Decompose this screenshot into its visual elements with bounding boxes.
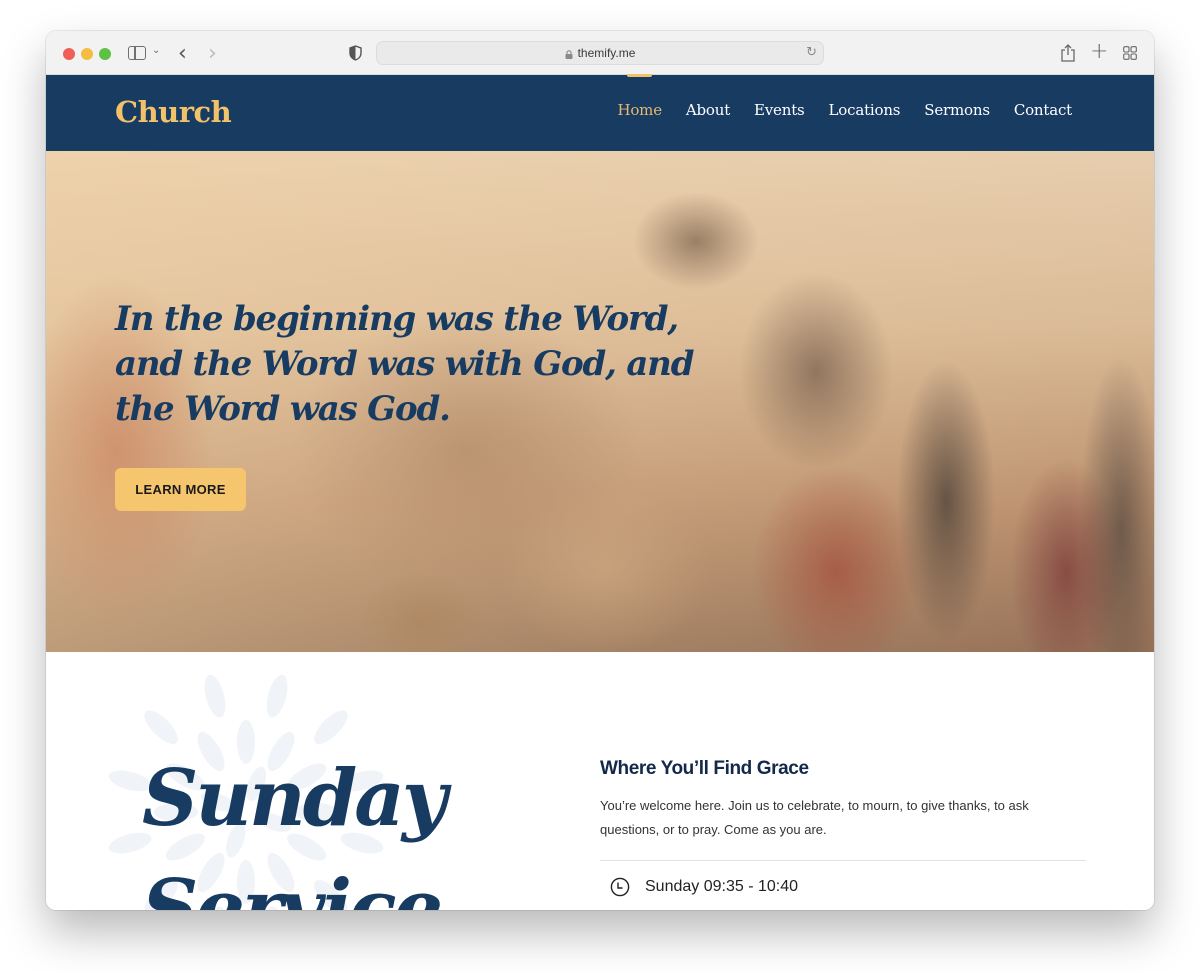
service-time: Sunday 09:35 - 10:40 <box>645 878 799 895</box>
url-text: themify.me <box>577 46 636 60</box>
sunday-service-title: Sunday Service <box>142 744 447 910</box>
browser-toolbar: ⌄ ‹ › themify.me ↻ + <box>46 31 1154 75</box>
info-title: Where You’ll Find Grace <box>600 758 809 779</box>
sidebar-icon[interactable] <box>128 46 146 60</box>
zoom-window-button[interactable] <box>99 48 111 60</box>
clock-icon <box>610 877 630 897</box>
close-window-button[interactable] <box>63 48 75 60</box>
service-section: Sunday Service Where You’ll Find Grace Y… <box>46 652 1154 910</box>
nav-item-events[interactable]: Events <box>754 101 805 119</box>
chevron-down-icon[interactable]: ⌄ <box>152 45 160 56</box>
lock-icon <box>565 49 573 59</box>
service-info: Where You’ll Find Grace You’re welcome h… <box>600 758 1086 897</box>
browser-window: ⌄ ‹ › themify.me ↻ + Church Home About E… <box>46 31 1154 910</box>
shield-icon[interactable] <box>349 45 362 61</box>
nav-item-about[interactable]: About <box>686 101 730 119</box>
nav-item-contact[interactable]: Contact <box>1014 101 1072 119</box>
divider <box>600 860 1086 861</box>
hero-title: In the beginning was the Word, and the W… <box>115 299 694 429</box>
minimize-window-button[interactable] <box>81 48 93 60</box>
nav-item-home[interactable]: Home <box>617 74 662 119</box>
plus-icon[interactable]: + <box>1090 39 1108 64</box>
address-bar[interactable]: themify.me ↻ <box>376 41 824 65</box>
hero-section: In the beginning was the Word, and the W… <box>46 151 1154 652</box>
nav-item-sermons[interactable]: Sermons <box>924 101 990 119</box>
grid-icon[interactable] <box>1123 46 1137 60</box>
chevron-left-icon[interactable]: ‹ <box>178 41 187 66</box>
hero-content: In the beginning was the Word, and the W… <box>115 297 755 511</box>
info-text: You’re welcome here. Join us to celebrat… <box>600 798 1029 837</box>
chevron-right-icon[interactable]: › <box>208 41 217 66</box>
nav-item-locations[interactable]: Locations <box>829 101 901 119</box>
learn-more-button[interactable]: LEARN MORE <box>115 468 246 511</box>
service-time-row: Sunday 09:35 - 10:40 <box>600 877 1086 897</box>
reload-icon[interactable]: ↻ <box>806 45 817 60</box>
title-line-2: Service <box>142 863 443 910</box>
site-header: Church Home About Events Locations Sermo… <box>46 74 1154 151</box>
site-logo[interactable]: Church <box>115 95 232 129</box>
main-nav: Home About Events Locations Sermons Cont… <box>617 74 1072 119</box>
share-icon[interactable] <box>1060 43 1076 63</box>
title-line-1: Sunday <box>142 753 447 844</box>
